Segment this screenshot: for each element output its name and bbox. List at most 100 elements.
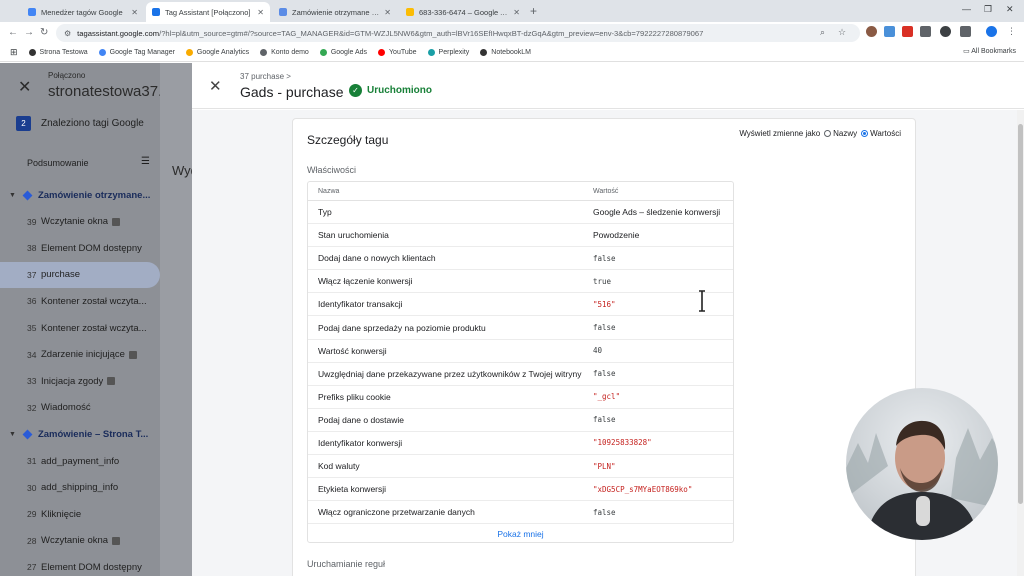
found-count-badge: 2 [16, 115, 31, 131]
names-radio-label[interactable]: Nazwy [833, 129, 857, 138]
event-number: 37 [27, 269, 37, 280]
event-label: Wczytanie okna [41, 216, 109, 228]
extension-icon[interactable] [902, 26, 913, 37]
card-title: Szczegóły tagu [307, 133, 389, 147]
extension-icon[interactable] [920, 26, 931, 37]
values-radio[interactable] [861, 130, 869, 137]
view-toggle-label: Wyświetl zmienne jako [739, 129, 821, 138]
close-window-icon[interactable]: ✕ [1006, 4, 1014, 15]
tab-close-icon[interactable]: ✕ [257, 8, 264, 17]
browser-tab[interactable]: 683-336-6474 – Google Ads ✕ [400, 2, 526, 22]
tab-close-icon[interactable]: ✕ [384, 8, 391, 17]
tag-chip-icon [107, 377, 116, 386]
puzzle-icon[interactable] [960, 26, 971, 37]
event-label: Zdarzenie inicjujące [41, 349, 125, 361]
bookmark-item[interactable]: Strona Testowa [28, 49, 88, 56]
tab-favicon-icon [279, 8, 287, 16]
extension-icon[interactable] [884, 26, 895, 37]
bookmark-item[interactable]: Google Analytics [185, 49, 249, 56]
tab-close-icon[interactable]: ✕ [513, 8, 520, 17]
reload-icon[interactable]: ↻ [40, 27, 48, 38]
bookmark-label: Google Ads [330, 49, 368, 56]
bookmark-item[interactable]: Google Tag Manager [98, 49, 175, 56]
event-group-label: Zamówienie otrzymane... [37, 189, 151, 201]
bookmark-favicon-icon [260, 49, 268, 56]
extension-icon[interactable] [940, 26, 951, 37]
property-name: Stan uruchomienia [318, 230, 389, 241]
bookmark-label: Google Tag Manager [109, 49, 175, 56]
page-title: Gads - purchase [240, 84, 344, 100]
maximize-icon[interactable]: ❐ [984, 4, 992, 15]
bookmark-favicon-icon [378, 49, 386, 56]
address-bar[interactable]: ⚙ tagassistant.google.com/?hl=pl&utm_sou… [56, 24, 860, 42]
property-name: Wartość konwersji [318, 345, 387, 356]
scrollbar-thumb[interactable] [1018, 124, 1023, 504]
table-row: Wartość konwersji 40 [308, 340, 733, 363]
bookmark-item[interactable]: YouTube [378, 49, 417, 56]
property-value: "10925833828" [593, 438, 652, 448]
site-info-icon[interactable]: ⚙ [64, 29, 71, 38]
menu-dots-icon[interactable]: ⋮ [1006, 26, 1017, 37]
event-label: Kontener został wczyta... [41, 295, 147, 307]
table-row: Podaj dane sprzedaży na poziomie produkt… [308, 316, 733, 340]
event-label: Element DOM dostępny [41, 561, 142, 573]
browser-tab[interactable]: Zamówienie otrzymane – Stro ✕ [273, 2, 397, 22]
bookmark-favicon-icon [98, 49, 106, 56]
clear-list-icon[interactable]: ☰ [141, 156, 150, 167]
breadcrumb[interactable]: 37 purchase > [240, 72, 291, 81]
minimize-icon[interactable]: — [962, 4, 971, 14]
bookmark-favicon-icon [427, 49, 435, 56]
bookmark-item[interactable]: Konto demo [260, 49, 309, 56]
event-label: add_shipping_info [41, 482, 119, 494]
tag-details-card: Szczegóły tagu Wyświetl zmienne jako Naz… [292, 118, 916, 576]
close-icon[interactable]: ✕ [18, 77, 31, 97]
panel-scrollbar[interactable] [1017, 110, 1024, 576]
bookmark-favicon-icon [28, 49, 36, 56]
column-header-name: Nazwa [318, 187, 340, 195]
tag-diamond-icon [22, 190, 33, 200]
status-badge: ✓ Uruchomiono [349, 84, 432, 97]
bookmark-item[interactable]: Google Ads [319, 49, 368, 56]
values-radio-label[interactable]: Wartości [870, 129, 901, 138]
apps-icon[interactable]: ⊞ [10, 47, 18, 58]
table-row: Podaj dane o dostawie false [308, 409, 733, 432]
variable-view-toggle: Wyświetl zmienne jako Nazwy Wartości [739, 129, 901, 138]
bookmark-item[interactable]: Perplexity [427, 49, 469, 56]
event-number: 35 [27, 323, 37, 333]
event-label: purchase [41, 269, 81, 281]
event-number: 30 [27, 482, 37, 493]
chevron-down-icon[interactable]: ▼ [9, 431, 16, 438]
event-label: Wiadomość [41, 402, 91, 414]
tab-close-icon[interactable]: ✕ [131, 8, 138, 17]
all-bookmarks[interactable]: ▭ All Bookmarks [963, 47, 1016, 55]
forward-icon[interactable]: → [24, 27, 34, 38]
table-row: Typ Google Ads – śledzenie konwersji [308, 201, 733, 225]
property-name: Włącz ograniczone przetwarzanie danych [318, 507, 475, 518]
event-label: Wczytanie okna [41, 535, 109, 547]
tag-chip-icon [112, 536, 121, 545]
event-label: Kontener został wczyta... [41, 322, 147, 334]
close-icon[interactable]: ✕ [209, 77, 222, 95]
summary-label[interactable]: Podsumowanie [27, 158, 89, 168]
show-less-link[interactable]: Pokaż mniej [308, 525, 733, 542]
event-number: 34 [27, 349, 37, 360]
property-value: "xDG5CP_s7MYaEOT869ko" [593, 484, 693, 494]
column-header-value: Wartość [593, 187, 619, 195]
back-icon[interactable]: ← [8, 27, 18, 38]
bookmark-item[interactable]: NotebookLM [480, 49, 531, 56]
bookmark-label: Konto demo [271, 49, 309, 56]
chevron-down-icon[interactable]: ▼ [9, 192, 16, 199]
background-content: Wyd [160, 63, 192, 576]
names-radio[interactable] [824, 130, 832, 137]
new-tab-button[interactable]: + [530, 4, 537, 18]
browser-tab[interactable]: Tag Assistant [Połączono] ✕ [146, 2, 270, 22]
extension-icon[interactable] [866, 26, 877, 37]
bookmark-label: NotebookLM [491, 49, 531, 56]
bookmark-star-icon[interactable]: ☆ [838, 27, 846, 38]
profile-avatar[interactable] [986, 26, 997, 37]
zoom-icon[interactable]: ⌕ [820, 27, 825, 38]
connection-status: Połączono [48, 71, 86, 80]
property-name: Podaj dane sprzedaży na poziomie produkt… [318, 322, 486, 333]
event-list-item[interactable]: 37 purchase [0, 261, 160, 288]
browser-tab[interactable]: Menedżer tagów Google ✕ [22, 2, 144, 22]
